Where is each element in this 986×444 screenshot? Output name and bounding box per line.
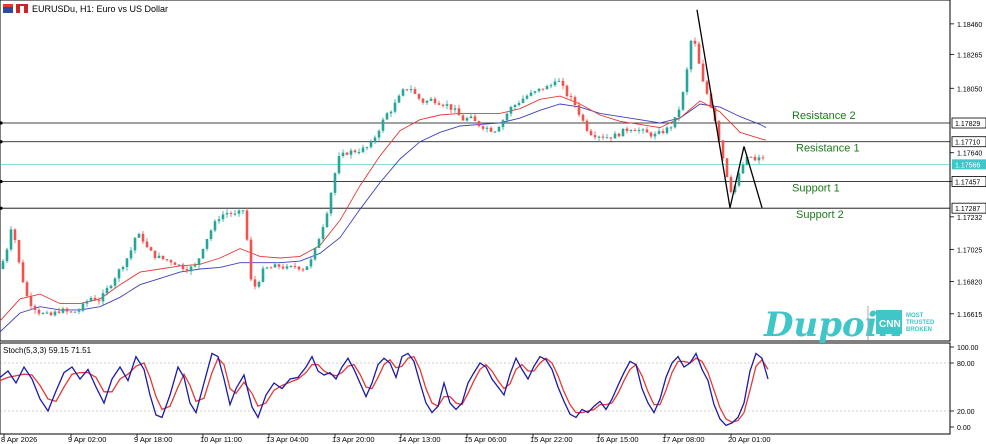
candle bbox=[329, 191, 333, 217]
candle bbox=[725, 158, 729, 178]
candle bbox=[5, 247, 9, 264]
stoch-plot-area[interactable] bbox=[0, 342, 951, 435]
time-tick-label: 9 Apr 18:00 bbox=[134, 435, 172, 444]
level-price-3: 1.17457 bbox=[955, 179, 980, 186]
stoch-tick-label: 100.00 bbox=[957, 345, 979, 352]
time-tick-label: 15 Apr 22:00 bbox=[530, 435, 573, 444]
candle bbox=[333, 172, 337, 196]
candle bbox=[565, 84, 569, 98]
candle bbox=[17, 239, 21, 265]
stoch-tick-label: 80.00 bbox=[957, 361, 975, 368]
time-tick-label: 17 Apr 08:00 bbox=[662, 435, 705, 444]
level-price-1: 1.17829 bbox=[955, 121, 980, 128]
tagline-line-2: TRUSTED bbox=[906, 320, 935, 326]
time-tick-label: 15 Apr 06:00 bbox=[464, 435, 507, 444]
candle bbox=[21, 259, 25, 283]
time-tick-label: 20 Apr 01:00 bbox=[728, 435, 771, 444]
price-tick-label: 1.16820 bbox=[957, 280, 982, 287]
candle bbox=[705, 79, 709, 96]
level-name-1: Resistance 2 bbox=[792, 110, 856, 122]
candle bbox=[621, 128, 625, 137]
candle bbox=[305, 266, 309, 271]
candle bbox=[313, 247, 317, 262]
price-tick-label: 1.18460 bbox=[957, 22, 982, 29]
chart-window[interactable]: EURUSDu, H1: Euro vs US Dollar 1.184601.… bbox=[0, 0, 986, 444]
candle bbox=[689, 39, 693, 73]
level-price-4: 1.17287 bbox=[955, 206, 980, 213]
price-tick-label: 1.18050 bbox=[957, 86, 982, 93]
stoch-label: Stoch(5,3,3) 59.15 71.51 bbox=[3, 346, 92, 355]
candle bbox=[585, 119, 589, 133]
level-name-4: Support 2 bbox=[796, 209, 844, 221]
time-tick-label: 16 Apr 15:00 bbox=[596, 435, 639, 444]
time-tick-label: 9 Apr 02:00 bbox=[68, 435, 106, 444]
level-name-2: Resistance 1 bbox=[796, 143, 860, 155]
time-tick-label: 13 Apr 20:00 bbox=[332, 435, 375, 444]
main-plot-area[interactable] bbox=[0, 0, 951, 342]
candle bbox=[249, 236, 253, 282]
time-tick-label: 8 Apr 2026 bbox=[1, 435, 37, 444]
candle bbox=[685, 67, 689, 96]
level-price-2: 1.17710 bbox=[955, 140, 980, 147]
stoch-tick-label: 0.00 bbox=[957, 425, 971, 432]
stoch-axis: 100.00 80.00 20.00 0.00 bbox=[950, 345, 979, 432]
time-tick-label: 14 Apr 13:00 bbox=[398, 435, 441, 444]
candle bbox=[201, 248, 205, 260]
price-tick-label: 1.17025 bbox=[957, 247, 982, 254]
candle bbox=[381, 117, 385, 133]
stoch-tick-label: 20.00 bbox=[957, 409, 975, 416]
time-axis: 8 Apr 2026 9 Apr 02:00 9 Apr 18:00 10 Apr 1… bbox=[1, 434, 771, 444]
tagline-line-3: BROKEN bbox=[906, 327, 932, 333]
candle bbox=[729, 174, 733, 194]
candle bbox=[673, 117, 677, 129]
price-tick-label: 1.16615 bbox=[957, 312, 982, 319]
symbol-type-icon bbox=[16, 4, 28, 13]
level-name-3: Support 1 bbox=[792, 182, 840, 194]
price-tick-label: 1.18265 bbox=[957, 53, 982, 60]
candle bbox=[697, 41, 701, 64]
price-axis: 1.18460 1.18265 1.18050 1.17640 1.17457 1.172… bbox=[950, 22, 982, 319]
candle bbox=[25, 280, 29, 297]
candle bbox=[325, 211, 329, 229]
price-tick-label: 1.17232 bbox=[957, 215, 982, 222]
cnn-badge-text: CNN bbox=[879, 319, 901, 330]
symbol-flag-icon bbox=[3, 4, 13, 13]
candle bbox=[681, 91, 685, 112]
candle bbox=[317, 237, 321, 249]
price-tick-label: 1.17640 bbox=[957, 151, 982, 158]
current-price-label: 1.17566 bbox=[955, 162, 980, 169]
candle bbox=[245, 207, 249, 242]
tagline-line-1: MOST bbox=[906, 313, 924, 319]
candle bbox=[9, 225, 13, 252]
time-tick-label: 10 Apr 11:00 bbox=[200, 435, 242, 444]
time-tick-label: 13 Apr 04:00 bbox=[266, 435, 309, 444]
chart-title: EURUSDu, H1: Euro vs US Dollar bbox=[32, 4, 168, 14]
